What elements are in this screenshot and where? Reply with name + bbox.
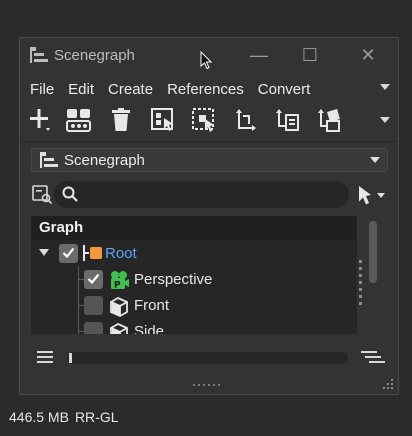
minimize-button[interactable]: — (248, 44, 270, 66)
tree-row-side[interactable]: Side (31, 318, 357, 334)
panel-grip-icon[interactable] (359, 260, 363, 308)
checkmark-icon (87, 273, 100, 285)
resize-grip-icon[interactable] (192, 384, 224, 388)
tree-row-front[interactable]: Front (31, 292, 357, 318)
checkmark-icon (62, 247, 75, 259)
camera-cube-icon (110, 296, 128, 317)
visibility-checkbox[interactable] (59, 244, 78, 263)
svg-text:P: P (114, 281, 121, 291)
window-title: Scenegraph (54, 47, 135, 64)
graph-panel: Graph Root P Perspective Front Side (31, 216, 357, 334)
add-icon[interactable] (25, 104, 57, 136)
menu-references[interactable]: References (167, 81, 244, 98)
perspective-camera-icon: P (111, 271, 129, 291)
scenegraph-dropdown[interactable]: Scenegraph (31, 148, 388, 172)
filter-icon[interactable] (31, 184, 53, 204)
expand-arrow-icon[interactable] (39, 249, 49, 256)
tree-row-root[interactable]: Root (31, 240, 357, 266)
select-children-icon[interactable] (147, 104, 179, 136)
bottom-bar (20, 346, 398, 368)
menu-file[interactable]: File (30, 81, 54, 98)
zoom-slider-handle[interactable] (69, 353, 72, 363)
chevron-down-icon (370, 157, 380, 163)
select-arrow-icon[interactable] (355, 184, 389, 206)
status-bar: 446.5 MB RR-GL (0, 404, 412, 430)
toolbar (20, 104, 398, 138)
node-label-perspective: Perspective (134, 271, 213, 288)
menu-convert[interactable]: Convert (258, 81, 311, 98)
menu-overflow-icon[interactable] (380, 84, 390, 90)
reference-icon[interactable] (271, 104, 303, 136)
close-button[interactable]: ✕ (357, 44, 379, 66)
search-input[interactable] (82, 186, 332, 203)
menu-create[interactable]: Create (108, 81, 153, 98)
mouse-cursor-icon (200, 51, 212, 69)
toolbar-overflow-icon[interactable] (380, 117, 390, 123)
menu-bar: File Edit Create References Convert (20, 78, 398, 100)
tree-row-perspective[interactable]: P Perspective (31, 266, 357, 292)
visibility-checkbox[interactable] (84, 296, 103, 315)
search-field[interactable] (54, 181, 349, 208)
delete-icon[interactable] (105, 104, 137, 136)
transform-axes-icon[interactable] (229, 104, 261, 136)
maximize-button[interactable]: ☐ (299, 44, 321, 66)
select-hierarchy-icon[interactable] (188, 104, 220, 136)
scrollbar-thumb[interactable] (369, 221, 377, 283)
divider (20, 141, 398, 142)
scenegraph-icon (40, 152, 58, 168)
vertical-scrollbar[interactable] (362, 216, 382, 334)
align-right-icon[interactable] (361, 350, 385, 364)
visibility-checkbox[interactable] (84, 270, 103, 289)
menu-edit[interactable]: Edit (68, 81, 94, 98)
graph-header: Graph (31, 216, 357, 240)
node-label-front: Front (134, 297, 170, 314)
hamburger-menu-icon[interactable] (37, 350, 53, 364)
root-node-icon (83, 245, 102, 261)
dropdown-label: Scenegraph (64, 151, 145, 169)
memory-usage: 446.5 MB (9, 409, 69, 425)
scenegraph-icon (30, 47, 48, 63)
node-label-root: Root (105, 245, 137, 262)
zoom-slider[interactable] (67, 352, 348, 364)
scenegraph-window: Scenegraph — ☐ ✕ File Edit Create Refere… (19, 37, 399, 395)
camera-cube-icon (110, 322, 128, 334)
search-icon (62, 186, 78, 202)
resize-corner-icon[interactable] (381, 377, 395, 391)
convert-icon[interactable] (313, 104, 345, 136)
visibility-checkbox[interactable] (84, 322, 103, 334)
renderer-label: RR-GL (74, 409, 119, 425)
group-icon[interactable] (63, 104, 95, 136)
node-label-side: Side (134, 323, 165, 334)
